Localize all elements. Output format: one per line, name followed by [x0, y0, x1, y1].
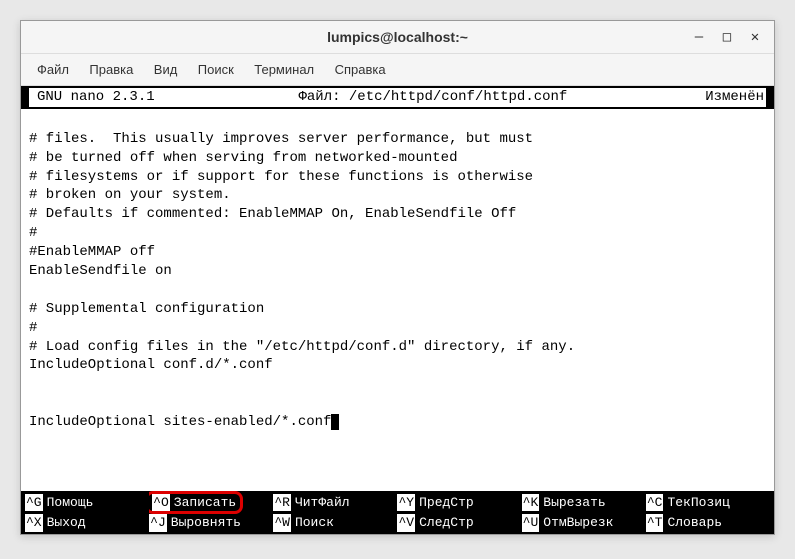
terminal-window: lumpics@localhost:~ – □ ✕ Файл Правка Ви… — [20, 20, 775, 535]
shortcut-key: ^W — [273, 514, 291, 532]
shortcut-key: ^T — [646, 514, 664, 532]
line-4: # broken on your system. — [29, 187, 231, 203]
window-controls: – □ ✕ — [692, 30, 762, 44]
shortcut-key: ^C — [646, 494, 664, 512]
shortcut-key: ^X — [25, 514, 43, 532]
shortcut-label: Выход — [43, 514, 86, 532]
shortcut-label: Выровнять — [167, 514, 241, 532]
line-13: IncludeOptional conf.d/*.conf — [29, 357, 273, 373]
terminal-area[interactable]: GNU nano 2.3.1Файл: /etc/httpd/conf/http… — [21, 86, 774, 534]
shortcut-label: СледСтр — [415, 514, 474, 532]
shortcut-key: ^G — [25, 494, 43, 512]
shortcut-key: ^U — [522, 514, 540, 532]
shortcut-label: Словарь — [663, 514, 722, 532]
line-10: # Supplemental configuration — [29, 301, 264, 317]
shortcut-prevpage: ^Y ПредСтр — [397, 491, 521, 515]
nano-status: Изменён — [703, 88, 766, 107]
menu-view[interactable]: Вид — [146, 58, 186, 81]
shortcut-cut: ^K Вырезать — [522, 491, 646, 515]
line-8: EnableSendfile on — [29, 263, 172, 279]
menu-terminal[interactable]: Терминал — [246, 58, 322, 81]
line-11: # — [29, 320, 37, 336]
line-12: # Load config files in the "/etc/httpd/c… — [29, 339, 575, 355]
close-button[interactable]: ✕ — [748, 30, 762, 44]
shortcut-label: ОтмВырезк — [539, 514, 613, 532]
menu-file[interactable]: Файл — [29, 58, 77, 81]
shortcut-label: Поиск — [291, 514, 334, 532]
shortcut-label: ТекПозиц — [663, 494, 729, 512]
line-5: # Defaults if commented: EnableMMAP On, … — [29, 206, 516, 222]
shortcut-label: Вырезать — [539, 494, 605, 512]
shortcut-uncut: ^U ОтмВырезк — [522, 514, 646, 532]
line-7: #EnableMMAP off — [29, 244, 155, 260]
menu-edit[interactable]: Правка — [81, 58, 141, 81]
shortcut-key: ^R — [273, 494, 291, 512]
menu-help[interactable]: Справка — [327, 58, 394, 81]
cursor — [331, 414, 339, 430]
minimize-button[interactable]: – — [692, 30, 706, 44]
menubar: Файл Правка Вид Поиск Терминал Справка — [21, 54, 774, 86]
shortcut-label: ЧитФайл — [291, 494, 350, 512]
shortcut-key: ^V — [397, 514, 415, 532]
menu-search[interactable]: Поиск — [190, 58, 242, 81]
shortcut-key: ^J — [149, 514, 167, 532]
shortcut-writeout: ^O Записать — [149, 491, 273, 515]
shortcut-help: ^G Помощь — [25, 491, 149, 515]
shortcut-exit: ^X Выход — [25, 514, 149, 532]
shortcut-justify: ^J Выровнять — [149, 514, 273, 532]
shortcut-spell: ^T Словарь — [646, 514, 770, 532]
nano-file: Файл: /etc/httpd/conf/httpd.conf — [163, 88, 704, 107]
titlebar: lumpics@localhost:~ – □ ✕ — [21, 21, 774, 54]
shortcut-label: Помощь — [43, 494, 94, 512]
editor-content[interactable]: # files. This usually improves server pe… — [21, 109, 774, 491]
line-2: # be turned off when serving from networ… — [29, 150, 457, 166]
shortcut-curpos: ^C ТекПозиц — [646, 491, 770, 515]
nano-header: GNU nano 2.3.1Файл: /etc/httpd/conf/http… — [21, 86, 774, 109]
shortcut-label: Записать — [170, 494, 236, 512]
highlight-annotation: ^O Записать — [149, 491, 243, 515]
shortcut-readfile: ^R ЧитФайл — [273, 491, 397, 515]
window-title: lumpics@localhost:~ — [33, 29, 762, 45]
line-6: # — [29, 225, 37, 241]
shortcut-nextpage: ^V СледСтр — [397, 514, 521, 532]
maximize-button[interactable]: □ — [720, 30, 734, 44]
line-3: # filesystems or if support for these fu… — [29, 169, 533, 185]
line-1: # files. This usually improves server pe… — [29, 131, 533, 147]
shortcut-key: ^O — [152, 494, 170, 512]
shortcut-label: ПредСтр — [415, 494, 474, 512]
line-16: IncludeOptional sites-enabled/*.conf — [29, 414, 331, 430]
shortcut-key: ^Y — [397, 494, 415, 512]
shortcut-key: ^K — [522, 494, 540, 512]
shortcut-search: ^W Поиск — [273, 514, 397, 532]
nano-shortcuts: ^G Помощь ^O Записать ^R ЧитФайл ^Y Пред… — [21, 491, 774, 534]
nano-version: GNU nano 2.3.1 — [29, 88, 163, 107]
